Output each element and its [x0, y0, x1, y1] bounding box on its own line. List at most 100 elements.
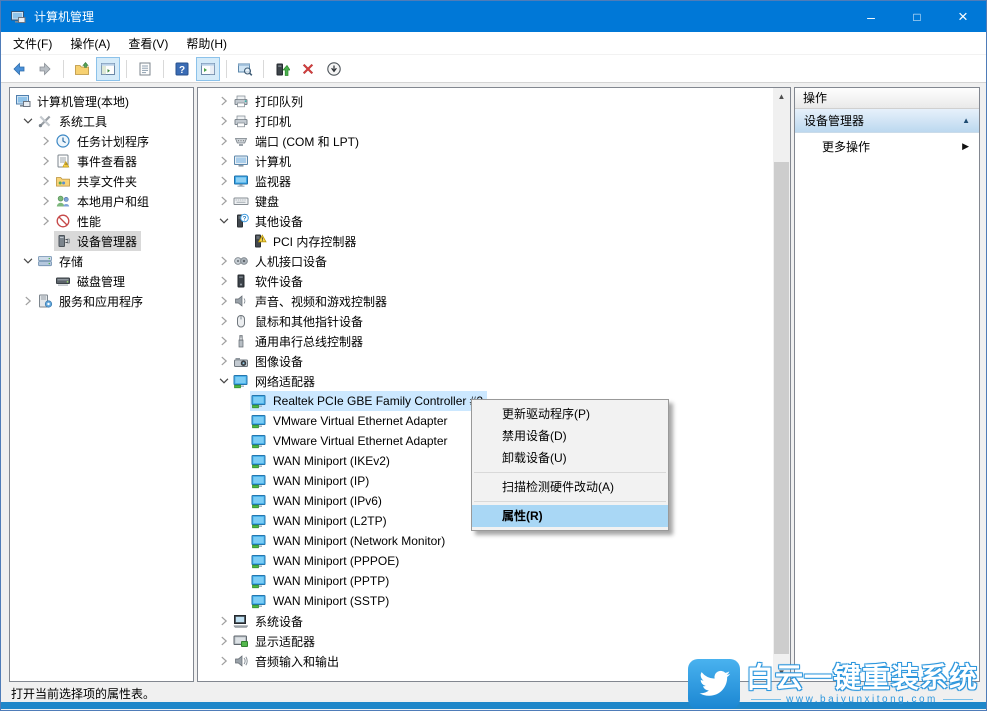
device-tree-item[interactable]: WAN Miniport (SSTP)	[198, 591, 790, 611]
chevron-right-icon[interactable]	[216, 653, 232, 669]
folder-button[interactable]	[70, 57, 94, 81]
device-tree-item[interactable]: 人机接口设备	[198, 251, 790, 271]
chevron-right-icon[interactable]	[216, 613, 232, 629]
chevron-right-icon[interactable]	[38, 173, 54, 189]
device-tree-item[interactable]: 打印队列	[198, 91, 790, 111]
chevron-right-icon[interactable]	[216, 133, 232, 149]
chevron-right-icon[interactable]	[216, 153, 232, 169]
chevron-right-icon[interactable]	[216, 353, 232, 369]
device-tree-item[interactable]: 键盘	[198, 191, 790, 211]
chevron-right-icon[interactable]	[216, 273, 232, 289]
device-tree-item[interactable]: 图像设备	[198, 351, 790, 371]
device-tree-item[interactable]: 声音、视频和游戏控制器	[198, 291, 790, 311]
uninstall-device-button[interactable]	[296, 57, 320, 81]
close-button[interactable]: ×	[940, 1, 986, 32]
menubar-item[interactable]: 帮助(H)	[177, 32, 236, 55]
chevron-right-icon[interactable]	[38, 193, 54, 209]
vertical-scrollbar[interactable]: ▲ ▼	[773, 88, 790, 681]
left-tree-item[interactable]: 存储	[10, 251, 193, 271]
console-tree-button[interactable]	[96, 57, 120, 81]
left-tree-item[interactable]: 事件查看器	[10, 151, 193, 171]
unknown-device-icon: ?	[233, 213, 249, 229]
context-menu-item[interactable]: 卸载设备(U)	[472, 447, 668, 469]
chevron-right-icon[interactable]	[20, 293, 36, 309]
chevron-right-icon[interactable]	[216, 333, 232, 349]
menubar-item[interactable]: 文件(F)	[4, 32, 61, 55]
left-tree-item[interactable]: 磁盘管理	[10, 271, 193, 291]
chevron-down-icon[interactable]	[216, 373, 232, 389]
actions-section-device-manager[interactable]: 设备管理器 ▲	[795, 109, 979, 133]
device-tree-item[interactable]: WAN Miniport (PPPOE)	[198, 551, 790, 571]
tree-item-label: 事件查看器	[76, 153, 137, 170]
network-adapter-icon	[251, 493, 267, 509]
action-pane-button[interactable]	[196, 57, 220, 81]
chevron-down-icon[interactable]	[20, 113, 36, 129]
chevron-right-icon[interactable]	[38, 133, 54, 149]
popup-window-button[interactable]	[233, 57, 257, 81]
chevron-right-icon[interactable]	[38, 153, 54, 169]
device-tree-item[interactable]: 网络适配器	[198, 371, 790, 391]
left-tree-item[interactable]: 计算机管理(本地)	[10, 91, 193, 111]
device-tree-item[interactable]: 系统设备	[198, 611, 790, 631]
device-tree-item[interactable]: PCI 内存控制器	[198, 231, 790, 251]
export-list-button[interactable]	[133, 57, 157, 81]
device-tree-item[interactable]: 软件设备	[198, 271, 790, 291]
context-menu-item[interactable]: 禁用设备(D)	[472, 425, 668, 447]
device-tree-item[interactable]: WAN Miniport (PPTP)	[198, 571, 790, 591]
maximize-button[interactable]: □	[894, 1, 940, 32]
scrollbar-thumb[interactable]	[774, 162, 789, 654]
indent-spacer	[234, 553, 250, 569]
chevron-down-icon[interactable]	[216, 213, 232, 229]
tree-item-label: 图像设备	[254, 353, 303, 370]
chevron-right-icon[interactable]	[216, 173, 232, 189]
bird-logo-icon	[688, 659, 740, 709]
collapse-icon[interactable]: ▲	[962, 116, 970, 125]
device-tree-item[interactable]: 计算机	[198, 151, 790, 171]
chevron-right-icon[interactable]	[216, 113, 232, 129]
left-tree-item[interactable]: 性能	[10, 211, 193, 231]
device-tree-item[interactable]: 监视器	[198, 171, 790, 191]
chevron-right-icon[interactable]	[38, 213, 54, 229]
chevron-right-icon[interactable]	[216, 253, 232, 269]
minimize-button[interactable]: –	[848, 1, 894, 32]
disable-device-button[interactable]	[322, 57, 346, 81]
back-button[interactable]	[7, 57, 31, 81]
device-tree-item[interactable]: 通用串行总线控制器	[198, 331, 790, 351]
network-adapter-icon	[251, 513, 267, 529]
svg-text:?: ?	[243, 215, 247, 222]
tree-item-label: 计算机管理(本地)	[36, 93, 129, 110]
left-tree-item[interactable]: 本地用户和组	[10, 191, 193, 211]
chevron-right-icon[interactable]	[216, 633, 232, 649]
left-tree-item[interactable]: 服务和应用程序	[10, 291, 193, 311]
context-menu-item[interactable]: 更新驱动程序(P)	[472, 403, 668, 425]
device-tree-item[interactable]: 鼠标和其他指针设备	[198, 311, 790, 331]
chevron-right-icon[interactable]	[216, 193, 232, 209]
device-tree-item[interactable]: ?其他设备	[198, 211, 790, 231]
help-button[interactable]: ?	[170, 57, 194, 81]
left-tree-item[interactable]: 任务计划程序	[10, 131, 193, 151]
menubar-item[interactable]: 查看(V)	[119, 32, 177, 55]
event-viewer-icon	[55, 153, 71, 169]
device-tree-item[interactable]: 端口 (COM 和 LPT)	[198, 131, 790, 151]
left-tree-item[interactable]: 共享文件夹	[10, 171, 193, 191]
ports-icon	[233, 133, 249, 149]
context-menu-item[interactable]: 属性(R)	[472, 505, 668, 527]
forward-button[interactable]	[33, 57, 57, 81]
device-tree-item[interactable]: 显示适配器	[198, 631, 790, 651]
device-list-panel: 打印队列打印机端口 (COM 和 LPT)计算机监视器键盘?其他设备PCI 内存…	[197, 87, 791, 682]
left-tree-item[interactable]: 设备管理器	[10, 231, 193, 251]
device-tree-item[interactable]: WAN Miniport (Network Monitor)	[198, 531, 790, 551]
chevron-right-icon[interactable]	[216, 293, 232, 309]
menubar-item[interactable]: 操作(A)	[61, 32, 119, 55]
imaging-device-icon	[233, 353, 249, 369]
chevron-down-icon[interactable]	[20, 253, 36, 269]
tree-item-label: 存储	[58, 253, 83, 270]
chevron-right-icon[interactable]	[216, 313, 232, 329]
update-driver-button[interactable]	[270, 57, 294, 81]
context-menu-item[interactable]: 扫描检测硬件改动(A)	[472, 476, 668, 498]
chevron-right-icon[interactable]	[216, 93, 232, 109]
actions-more-item[interactable]: 更多操作 ▶	[795, 133, 979, 159]
left-tree-item[interactable]: 系统工具	[10, 111, 193, 131]
scroll-up-icon[interactable]: ▲	[773, 88, 790, 105]
device-tree-item[interactable]: 打印机	[198, 111, 790, 131]
